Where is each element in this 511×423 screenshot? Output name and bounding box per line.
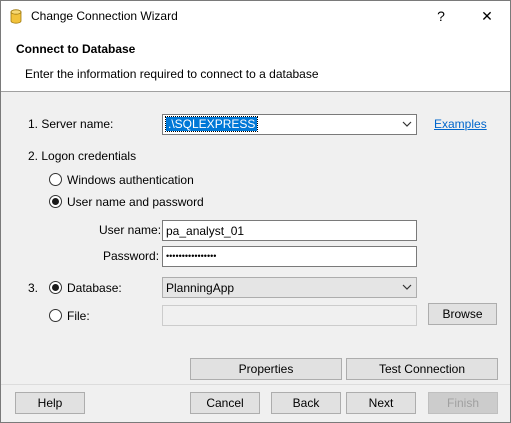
browse-button[interactable]: Browse [428,303,497,325]
password-label: Password: [103,249,160,263]
examples-link[interactable]: Examples [434,117,487,131]
userpass-label[interactable]: User name and password [67,195,204,209]
page-subtitle: Enter the information required to connec… [25,67,319,81]
file-radio[interactable] [49,309,62,322]
wizard-header: Connect to Database Enter the informatio… [1,31,510,92]
page-title: Connect to Database [16,42,136,56]
password-field[interactable]: •••••••••••••••• [162,246,417,267]
next-button[interactable]: Next [346,392,416,414]
server-name-value: .\SQLEXPRESS [164,116,259,132]
username-value: pa_analyst_01 [166,224,245,238]
close-button[interactable]: ✕ [465,1,509,31]
file-label[interactable]: File: [67,309,90,323]
database-label[interactable]: Database: [67,281,122,295]
help-button[interactable]: Help [15,392,85,414]
database-value: PlanningApp [166,281,235,295]
username-field[interactable]: pa_analyst_01 [162,220,417,241]
database-icon [10,9,22,24]
database-radio[interactable] [49,281,62,294]
password-value: •••••••••••••••• [166,251,217,261]
title-bar: Change Connection Wizard ? ✕ [1,1,510,31]
back-button[interactable]: Back [271,392,341,414]
help-title-button[interactable]: ? [419,1,463,31]
wizard-footer: Help Cancel Back Next Finish [1,384,510,422]
server-name-combo[interactable]: .\SQLEXPRESS [162,114,417,135]
wizard-body: 1. Server name: .\SQLEXPRESS Examples 2.… [1,93,510,383]
test-connection-button[interactable]: Test Connection [346,358,498,380]
properties-button[interactable]: Properties [190,358,342,380]
window-title: Change Connection Wizard [31,9,178,23]
wizard-window: Change Connection Wizard ? ✕ Connect to … [0,0,511,423]
windows-auth-radio[interactable] [49,173,62,186]
database-combo[interactable]: PlanningApp [162,277,417,298]
finish-button[interactable]: Finish [428,392,498,414]
step3-label: 3. [28,281,39,295]
cancel-button[interactable]: Cancel [190,392,260,414]
logon-credentials-label: 2. Logon credentials [28,149,137,163]
windows-auth-label[interactable]: Windows authentication [67,173,194,187]
username-label: User name: [99,223,162,237]
userpass-radio[interactable] [49,195,62,208]
chevron-down-icon [402,121,412,127]
server-name-label: 1. Server name: [28,117,114,131]
file-path-field[interactable] [162,305,417,326]
chevron-down-icon [402,284,412,290]
